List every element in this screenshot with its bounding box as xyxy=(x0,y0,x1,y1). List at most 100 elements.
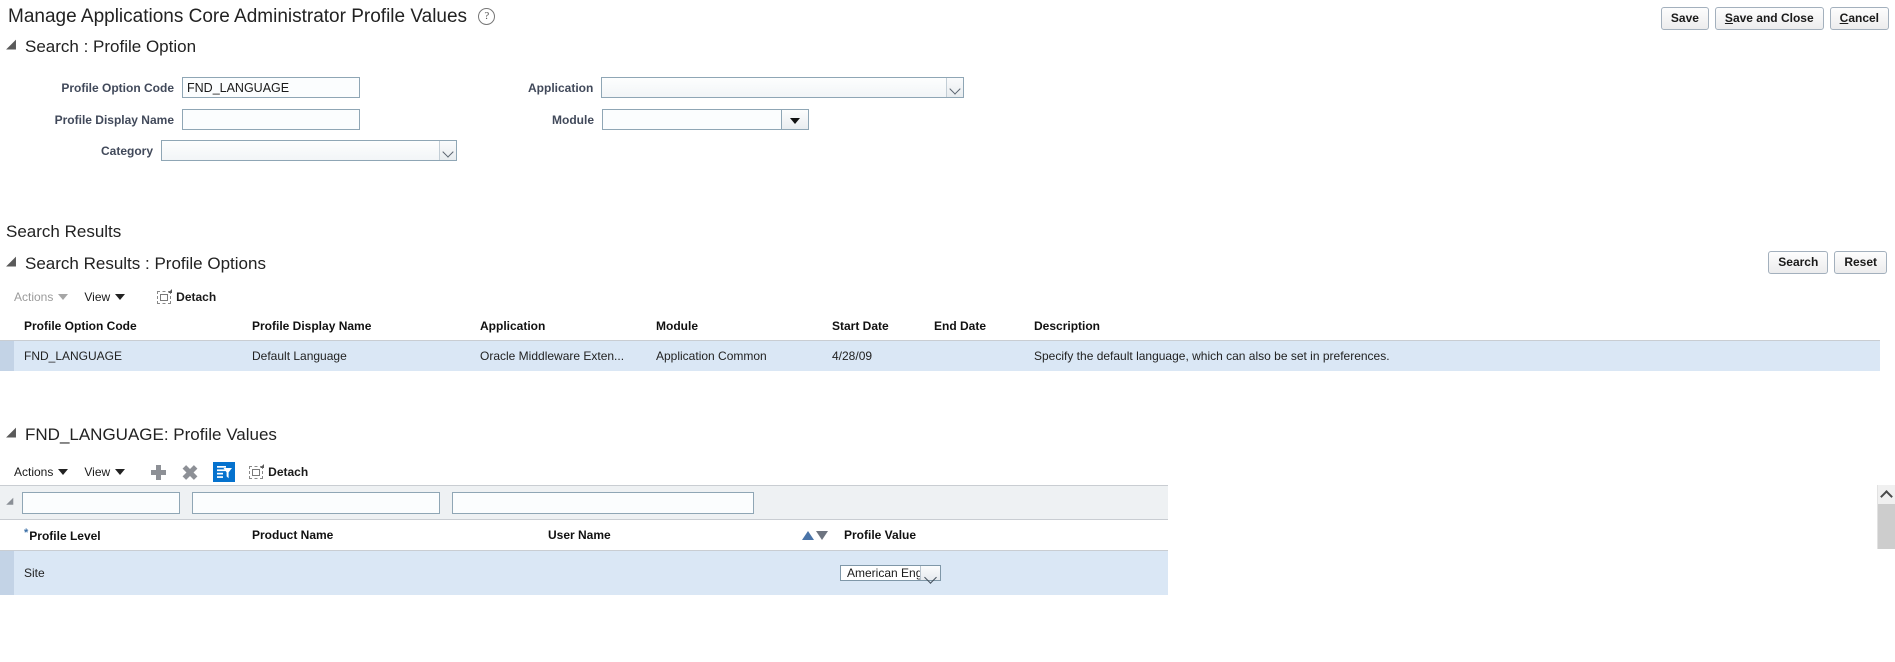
values-view-label: View xyxy=(84,465,111,479)
values-view-menu[interactable]: View xyxy=(84,465,126,479)
reset-button[interactable]: Reset xyxy=(1834,251,1887,274)
save-button[interactable]: Save xyxy=(1660,7,1709,30)
profile-level-filter-input[interactable] xyxy=(22,491,180,514)
qbe-handle-icon[interactable] xyxy=(5,497,17,508)
values-actions-menu[interactable]: Actions xyxy=(14,465,69,479)
results-detach-button[interactable]: Detach xyxy=(157,288,217,304)
chevron-down-icon xyxy=(58,469,69,475)
search-results-section-title: Search Results : Profile Options xyxy=(25,254,266,273)
search-results-table: Profile Option Code Profile Display Name… xyxy=(0,312,1880,371)
module-dropdown-button[interactable] xyxy=(782,109,809,130)
application-select[interactable] xyxy=(601,77,965,98)
search-results-toolbar: Actions View Detach xyxy=(0,284,1895,310)
cell-profile-value: American English xyxy=(834,550,1168,595)
help-icon[interactable]: ? xyxy=(478,8,496,25)
column-header-end-date[interactable]: End Date xyxy=(924,312,1024,341)
sort-ascending-icon[interactable] xyxy=(802,530,814,540)
category-select[interactable] xyxy=(161,140,457,161)
table-row[interactable]: Site American English xyxy=(0,550,1168,595)
column-header-profile-level[interactable]: *Profile Level xyxy=(14,519,242,551)
vertical-scrollbar[interactable] xyxy=(1877,485,1895,549)
column-header-product-name[interactable]: Product Name xyxy=(242,519,538,551)
collapse-profile-values-icon[interactable] xyxy=(6,427,21,443)
cell-module: Application Common xyxy=(646,340,822,371)
values-actions-label: Actions xyxy=(14,465,54,479)
profile-option-code-row: Profile Option Code xyxy=(0,77,360,98)
column-header-profile-value[interactable]: Profile Value xyxy=(834,519,1168,551)
header-buttons: Save Save and Close Cancel xyxy=(1660,7,1889,30)
column-header-module[interactable]: Module xyxy=(646,312,822,341)
collapse-search-icon[interactable] xyxy=(6,39,21,55)
chevron-down-icon xyxy=(58,294,69,300)
required-indicator-icon: * xyxy=(24,527,29,539)
column-header-application[interactable]: Application xyxy=(470,312,646,341)
page-title-text: Manage Applications Core Administrator P… xyxy=(8,6,468,27)
row-handle[interactable] xyxy=(0,340,14,371)
product-name-filter-input[interactable] xyxy=(192,491,440,514)
cell-profile-level: Site xyxy=(14,550,242,595)
profile-display-name-input[interactable] xyxy=(182,109,360,130)
cell-start-date: 4/28/09 xyxy=(822,340,924,371)
save-and-close-rest: ave and Close xyxy=(1732,11,1814,25)
scroll-up-icon[interactable] xyxy=(1878,485,1895,504)
category-label: Category xyxy=(100,143,153,158)
cell-description: Specify the default language, which can … xyxy=(1024,340,1880,371)
profile-values-table: *Profile Level Product Name User Name Pr… xyxy=(0,519,1168,595)
user-name-filter-input[interactable] xyxy=(452,491,754,514)
values-detach-label: Detach xyxy=(268,465,309,479)
category-row: Category xyxy=(0,140,457,161)
collapse-search-results-icon[interactable] xyxy=(6,256,21,272)
cancel-rest: ancel xyxy=(1848,11,1879,25)
add-row-icon[interactable] xyxy=(151,464,167,480)
column-header-start-date[interactable]: Start Date xyxy=(822,312,924,341)
search-results-heading: Search Results xyxy=(6,222,122,241)
search-results-section-header: Search Results : Profile Options xyxy=(0,254,1895,274)
profile-values-section-header: FND_LANGUAGE: Profile Values xyxy=(0,425,1895,445)
column-header-profile-display-name[interactable]: Profile Display Name xyxy=(242,312,470,341)
profile-option-code-label: Profile Option Code xyxy=(61,80,174,95)
row-handle-header xyxy=(0,312,14,341)
page-title: Manage Applications Core Administrator P… xyxy=(8,6,496,28)
profile-value-select[interactable]: American English xyxy=(840,565,942,581)
results-view-menu[interactable]: View xyxy=(84,290,126,304)
query-by-example-icon[interactable] xyxy=(213,462,236,482)
values-row-handle-header xyxy=(0,519,14,551)
module-row: Module xyxy=(552,109,809,130)
row-handle[interactable] xyxy=(0,550,14,595)
delete-row-icon[interactable] xyxy=(182,465,197,480)
query-by-example-row xyxy=(0,485,1168,519)
sort-descending-icon[interactable] xyxy=(816,530,828,540)
module-input[interactable] xyxy=(602,109,782,130)
profile-option-code-input[interactable] xyxy=(182,77,360,98)
profile-display-name-label: Profile Display Name xyxy=(54,112,174,127)
cancel-button[interactable]: Cancel xyxy=(1829,7,1889,30)
column-header-description[interactable]: Description xyxy=(1024,312,1880,341)
page-header: Manage Applications Core Administrator P… xyxy=(0,0,1895,36)
user-name-filter-cell xyxy=(452,491,766,514)
scrollbar-thumb[interactable] xyxy=(1878,504,1895,549)
search-section-header: Search : Profile Option xyxy=(0,36,1895,58)
save-and-close-button[interactable]: Save and Close xyxy=(1714,7,1824,30)
qbe-row-handle xyxy=(0,486,22,519)
product-name-filter-cell xyxy=(192,491,452,514)
column-header-profile-option-code[interactable]: Profile Option Code xyxy=(14,312,242,341)
values-detach-button[interactable]: Detach xyxy=(249,463,309,479)
cell-product-name xyxy=(242,550,538,595)
results-actions-menu[interactable]: Actions xyxy=(14,290,69,304)
results-detach-label: Detach xyxy=(176,290,217,304)
search-section-title: Search : Profile Option xyxy=(25,37,197,56)
cell-end-date xyxy=(924,340,1024,371)
search-button[interactable]: Search xyxy=(1768,251,1829,274)
chevron-down-icon xyxy=(439,141,456,160)
column-header-profile-level-label: Profile Level xyxy=(29,529,101,543)
search-action-buttons: Search Reset xyxy=(1768,251,1887,274)
column-header-user-name-label: User Name xyxy=(548,528,611,542)
column-header-user-name[interactable]: User Name xyxy=(538,519,834,551)
cell-application: Oracle Middleware Exten... xyxy=(470,340,646,371)
table-row[interactable]: FND_LANGUAGE Default Language Oracle Mid… xyxy=(0,340,1880,371)
profile-level-filter-cell xyxy=(22,491,192,514)
values-header-row: *Profile Level Product Name User Name Pr… xyxy=(0,519,1168,551)
cell-user-name xyxy=(538,550,834,595)
chevron-down-icon xyxy=(920,566,941,580)
results-view-label: View xyxy=(84,290,111,304)
